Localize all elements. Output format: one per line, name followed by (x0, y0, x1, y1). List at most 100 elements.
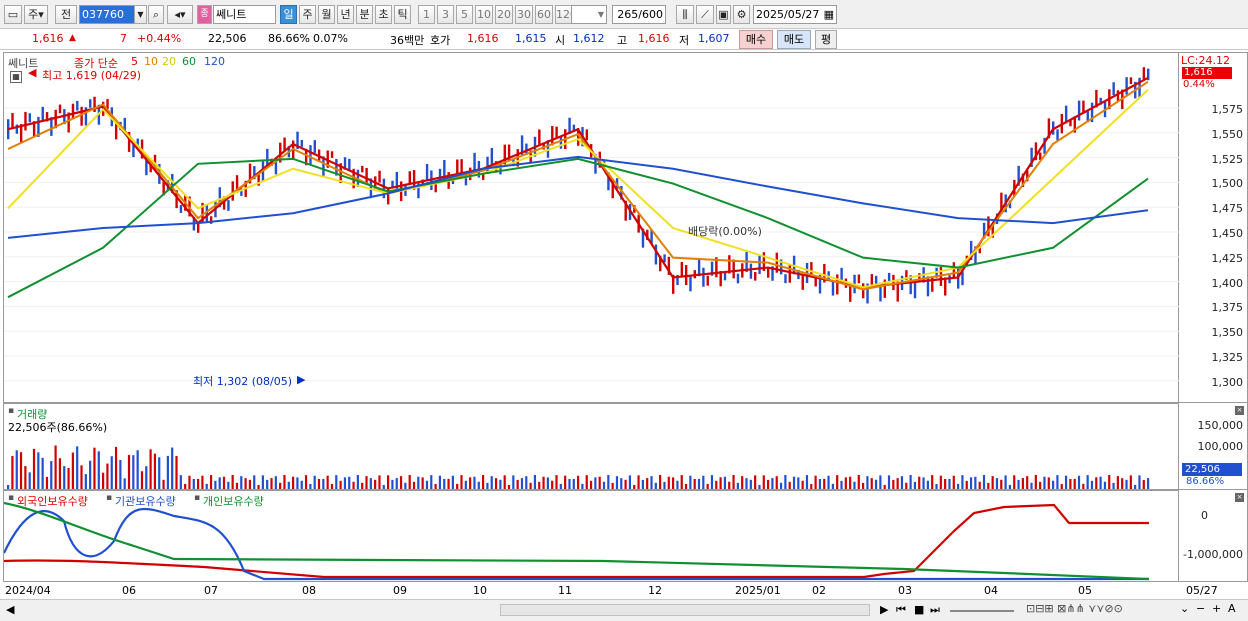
volume-bar (987, 482, 990, 489)
scrollbar-track[interactable] (500, 604, 870, 616)
volume-chart-svg (7, 445, 1150, 489)
volume-bar (853, 481, 856, 489)
up-triangle-icon: ▲ (69, 33, 76, 43)
close-icon[interactable]: × (1235, 406, 1244, 415)
volume-bar (767, 479, 770, 489)
count-field[interactable]: 265/600 (612, 5, 666, 24)
volume-bar (512, 475, 515, 489)
low-price: 1,607 (698, 32, 730, 45)
zoom-slider[interactable] (950, 610, 1014, 612)
buy-button[interactable]: 매수 (739, 30, 773, 49)
volume-bar (1021, 478, 1024, 489)
empty-select[interactable]: ▼ (571, 5, 607, 24)
volume-bar (19, 452, 23, 489)
sell-button[interactable]: 매도 (777, 30, 811, 49)
prev-button[interactable]: 전 (55, 5, 77, 24)
code-dropdown-icon[interactable]: ▼ (134, 5, 147, 24)
bid-price: 1,615 (515, 32, 547, 45)
candle-icon[interactable]: ⫼ (676, 5, 694, 24)
candle (1129, 77, 1133, 85)
period-button[interactable]: 틱 (394, 5, 411, 24)
volume-bar (421, 477, 424, 489)
volume-bar (382, 484, 385, 489)
volume-bar (814, 475, 817, 489)
candle (736, 273, 740, 284)
volume-bar (1052, 480, 1055, 489)
volume-bar (1026, 476, 1029, 489)
period-button[interactable]: 월 (318, 5, 335, 24)
interval-button[interactable]: 30 (515, 5, 533, 24)
stock-code-input[interactable]: 037760 (79, 5, 135, 24)
save-icon[interactable]: ▣ (716, 5, 731, 24)
gear-icon[interactable]: ⚙ (733, 5, 750, 24)
interval-button[interactable]: 20 (495, 5, 513, 24)
mode-dropdown[interactable]: 주▾ (24, 5, 48, 24)
interval-button[interactable]: 60 (535, 5, 553, 24)
grid-icon[interactable]: ▦ (10, 71, 22, 83)
search-icon[interactable]: ⌕ (148, 5, 164, 24)
volume-bar (831, 483, 834, 489)
period-button[interactable]: 주 (299, 5, 316, 24)
volume-bar (961, 475, 964, 489)
interval-button[interactable]: 10 (475, 5, 493, 24)
scroll-right-icon[interactable]: ▶ (880, 603, 888, 616)
volume-bar (771, 478, 774, 489)
tool-icons[interactable]: ⊡⊟⊞ ⊠⋔⋔ ⋎⋎⊘⊙ (1026, 602, 1123, 615)
font-size-icon[interactable]: A (1228, 602, 1236, 615)
x-axis: 2024/04 06 07 08 09 10 11 12 2025/01 02 03 04 05 05/… (0, 582, 1248, 600)
volume-bar (594, 477, 597, 489)
sound-icon[interactable]: ◂▾ (167, 5, 193, 24)
draw-tool-icon[interactable]: ⟋ (696, 5, 714, 24)
scroll-left-icon[interactable]: ◀ (6, 603, 14, 616)
volume-bar (270, 478, 273, 489)
stock-name-field[interactable]: 쎄니트 (213, 5, 276, 24)
volume-bar (581, 483, 584, 489)
volume-bar (982, 475, 986, 489)
x-axis-label: 02 (812, 584, 826, 597)
volume-bar (58, 458, 62, 489)
scroll-down-icon[interactable]: ⌄ (1180, 602, 1189, 615)
volume-bar (214, 480, 217, 489)
x-axis-label: 2025/01 (735, 584, 781, 597)
volume-bar (792, 476, 796, 489)
stop-icon[interactable]: ■ (914, 603, 924, 616)
volume-bar (559, 483, 562, 489)
volume-bar (63, 466, 66, 489)
period-button[interactable]: 일 (280, 5, 297, 24)
zoom-out-icon[interactable]: − (1196, 602, 1205, 615)
candle (555, 126, 558, 138)
volume-bar (494, 478, 498, 489)
volume-bar (754, 475, 757, 489)
volume-bar (650, 476, 653, 489)
date-field[interactable]: 2025/05/27 ▦ (753, 5, 837, 24)
ma-line-120 (7, 155, 1149, 239)
holdings-chart-svg (4, 501, 1150, 581)
interval-button[interactable]: 3 (437, 5, 454, 24)
period-button[interactable]: 년 (337, 5, 354, 24)
period-button[interactable]: 분 (356, 5, 373, 24)
interval-button[interactable]: 5 (456, 5, 473, 24)
rewind-icon[interactable]: ⏮ (896, 603, 906, 617)
volume-bar (153, 453, 157, 489)
open-label: 시 (555, 34, 566, 47)
volume-panel[interactable]: ▪ 거래량 22,506주(86.66%) (3, 403, 1179, 490)
price-chart-panel[interactable]: 쎄니트 종가 단순 5 10 20 60 120 ▦ ◀ 최고 1,619 (0… (3, 52, 1180, 403)
close-icon[interactable]: × (1235, 493, 1244, 502)
volume-bar (343, 477, 347, 489)
candle (387, 187, 390, 205)
volume-bar (797, 477, 800, 489)
volume-bar (784, 475, 787, 489)
play-icon[interactable]: ⏭ (930, 603, 940, 617)
eval-button[interactable]: 평 (815, 30, 837, 49)
candle (330, 151, 334, 158)
holdings-panel[interactable]: ▪ 외국인보유수량 ▪ 기관보유수량 ▪ 개인보유수량 (3, 490, 1179, 582)
zoom-in-icon[interactable]: + (1212, 602, 1221, 615)
volume-bar (762, 475, 765, 489)
trade-amount: 36백만 (390, 34, 425, 47)
volume-bar (330, 483, 334, 489)
volume-bar (667, 476, 670, 489)
layout-icon[interactable]: ▭ (4, 5, 22, 24)
hold-tick: -1,000,000 (1183, 548, 1243, 561)
interval-button[interactable]: 1 (418, 5, 435, 24)
period-button[interactable]: 초 (375, 5, 392, 24)
